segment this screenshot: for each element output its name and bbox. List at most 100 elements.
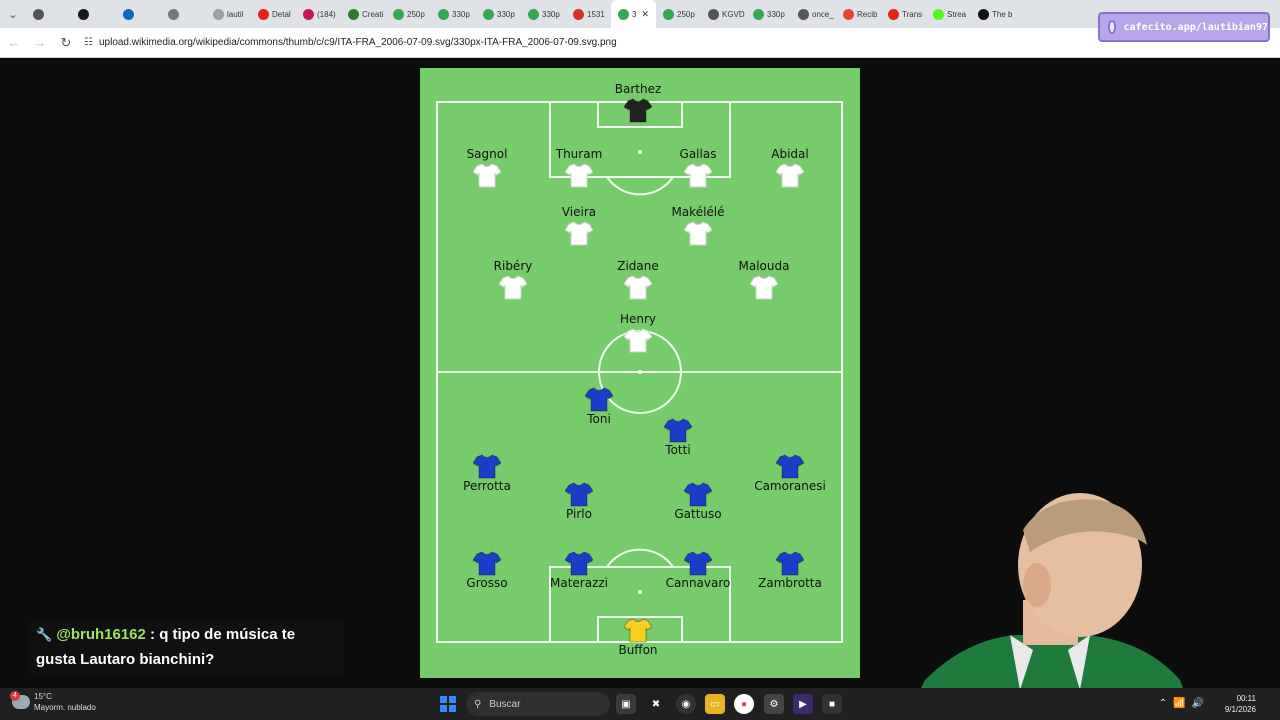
app-icon[interactable]: ■ bbox=[822, 694, 842, 714]
player-name: Camoranesi bbox=[754, 479, 826, 493]
browser-tab[interactable]: Creati bbox=[341, 0, 386, 28]
address-bar[interactable]: ☷ upload.wikimedia.org/wikipedia/commons… bbox=[84, 37, 617, 48]
shirt-icon bbox=[628, 417, 728, 443]
weather-badge: 4 bbox=[10, 691, 20, 701]
wiki-icon bbox=[663, 8, 674, 20]
browser-tab[interactable]: 330p bbox=[476, 0, 521, 28]
player-italy: Camoranesi bbox=[740, 453, 840, 494]
system-tray[interactable]: ⌃📶🔊 bbox=[1159, 698, 1210, 709]
browser-tab[interactable] bbox=[116, 0, 161, 28]
steam-icon[interactable]: ⚙ bbox=[764, 694, 784, 714]
shirt-icon bbox=[437, 162, 537, 188]
tab-search-icon[interactable]: ⌄ bbox=[0, 0, 26, 28]
browser-tab[interactable]: 250p bbox=[656, 0, 701, 28]
task-view-icon[interactable]: ▣ bbox=[616, 694, 636, 714]
clock[interactable]: 00:11 9/1/2026 bbox=[1225, 693, 1256, 715]
weather-widget[interactable]: 4 15°C Mayorm. nublado bbox=[10, 691, 96, 713]
obs-icon[interactable]: ◉ bbox=[676, 694, 696, 714]
windows-start-icon[interactable] bbox=[440, 696, 456, 712]
player-italy: Gattuso bbox=[648, 481, 748, 522]
reload-icon[interactable]: ↻ bbox=[54, 35, 78, 51]
clock-time: 00:11 bbox=[1236, 694, 1256, 703]
browser-tab[interactable] bbox=[71, 0, 116, 28]
browser-tab[interactable]: lautil bbox=[206, 0, 251, 28]
browser-tab[interactable]: 330p bbox=[746, 0, 791, 28]
shirt-icon bbox=[437, 550, 537, 576]
browser-tab[interactable]: 330p bbox=[431, 0, 476, 28]
shirt-icon bbox=[648, 220, 748, 246]
tab-title: once_ bbox=[812, 9, 834, 19]
browser-toolbar: ← → ↻ ☷ upload.wikimedia.org/wikipedia/c… bbox=[0, 28, 1280, 58]
browser-tab[interactable]: Detal bbox=[251, 0, 296, 28]
shirt-icon bbox=[463, 274, 563, 300]
tab-title: Creati bbox=[362, 9, 384, 19]
site-info-icon[interactable]: ☷ bbox=[84, 37, 93, 48]
player-italy: Pirlo bbox=[529, 481, 629, 522]
tab-title: The b bbox=[992, 9, 1013, 19]
browser-tab[interactable] bbox=[161, 0, 206, 28]
tab-title: 330p bbox=[497, 9, 515, 19]
player-italy: Perrotta bbox=[437, 453, 537, 494]
browser-tab[interactable]: Recib bbox=[836, 0, 881, 28]
shirt-icon bbox=[588, 327, 688, 353]
taskbar-search[interactable]: ⚲ Buscar bbox=[466, 692, 610, 716]
player-france: Malouda bbox=[714, 259, 814, 300]
player-france: Abidal bbox=[740, 147, 840, 188]
back-icon[interactable]: ← bbox=[2, 35, 26, 50]
shirt-icon bbox=[588, 97, 688, 123]
browser-tab[interactable]: 330p bbox=[521, 0, 566, 28]
shirt-icon bbox=[648, 481, 748, 507]
tab-title: Trans bbox=[902, 9, 923, 19]
file-explorer-icon[interactable]: ▭ bbox=[705, 694, 725, 714]
gear-icon bbox=[33, 8, 44, 20]
tabs-container: lautil Detal (184) Creati 250p 330p 330p 330p 15… bbox=[26, 0, 1016, 28]
page-icon bbox=[708, 8, 719, 20]
premiere-icon[interactable]: ▶ bbox=[793, 694, 813, 714]
player-italy: Cannavaro bbox=[648, 550, 748, 591]
player-italy: Grosso bbox=[437, 550, 537, 591]
browser-tab[interactable]: once_ bbox=[791, 0, 836, 28]
shirt-icon bbox=[549, 386, 649, 412]
browser-tab[interactable]: 250p bbox=[386, 0, 431, 28]
app-icon bbox=[303, 8, 314, 20]
taskbar: 4 15°C Mayorm. nublado ⚲ Buscar ▣ ✖ ◉ ▭ … bbox=[0, 688, 1280, 720]
tab-title: 250p bbox=[677, 9, 695, 19]
player-name: Vieira bbox=[561, 205, 597, 219]
weather-temp: 15°C bbox=[34, 692, 52, 701]
tab-title: KGVD bbox=[722, 9, 745, 19]
chat-username: @bruh16162 bbox=[56, 626, 146, 643]
player-name: Materazzi bbox=[549, 576, 608, 590]
player-name: Sagnol bbox=[466, 147, 508, 161]
player-italy: Buffon bbox=[588, 617, 688, 658]
xbox-icon[interactable]: ✖ bbox=[646, 694, 666, 714]
browser-tab[interactable]: KGVD bbox=[701, 0, 746, 28]
wiki-icon bbox=[438, 8, 449, 20]
player-name: Zambrotta bbox=[758, 576, 822, 590]
player-name: Abidal bbox=[771, 147, 809, 161]
tab-title: 3 bbox=[632, 9, 637, 19]
page-icon bbox=[213, 8, 224, 20]
browser-tab[interactable]: (184) bbox=[296, 0, 341, 28]
browser-tab[interactable]: Trans bbox=[881, 0, 926, 28]
chat-message: 🔧 @bruh16162 : q tipo de música te gusta … bbox=[30, 618, 344, 674]
search-icon: ⚲ bbox=[474, 698, 482, 710]
tab-title: lautil bbox=[227, 9, 244, 19]
player-name: Pirlo bbox=[566, 507, 592, 521]
chrome-icon[interactable]: ● bbox=[734, 694, 754, 714]
player-name: Perrotta bbox=[463, 479, 511, 493]
browser-tab[interactable] bbox=[26, 0, 71, 28]
player-france: Vieira bbox=[529, 205, 629, 246]
player-name: Totti bbox=[665, 443, 691, 457]
browser-tab[interactable]: Strea bbox=[926, 0, 971, 28]
url-text[interactable]: upload.wikimedia.org/wikipedia/commons/t… bbox=[99, 37, 617, 48]
forward-icon[interactable]: → bbox=[28, 35, 52, 50]
shirt-icon bbox=[648, 550, 748, 576]
browser-tab[interactable]: 3 ✕ bbox=[611, 0, 656, 28]
browser-tab[interactable]: 1531 bbox=[566, 0, 611, 28]
browser-tab[interactable]: The b bbox=[971, 0, 1016, 28]
player-name: Zidane bbox=[617, 259, 659, 273]
info-icon bbox=[168, 8, 179, 20]
tab-close-icon[interactable]: ✕ bbox=[641, 9, 649, 20]
player-france: Zidane bbox=[588, 259, 688, 300]
tab-title: (184) bbox=[317, 9, 336, 19]
